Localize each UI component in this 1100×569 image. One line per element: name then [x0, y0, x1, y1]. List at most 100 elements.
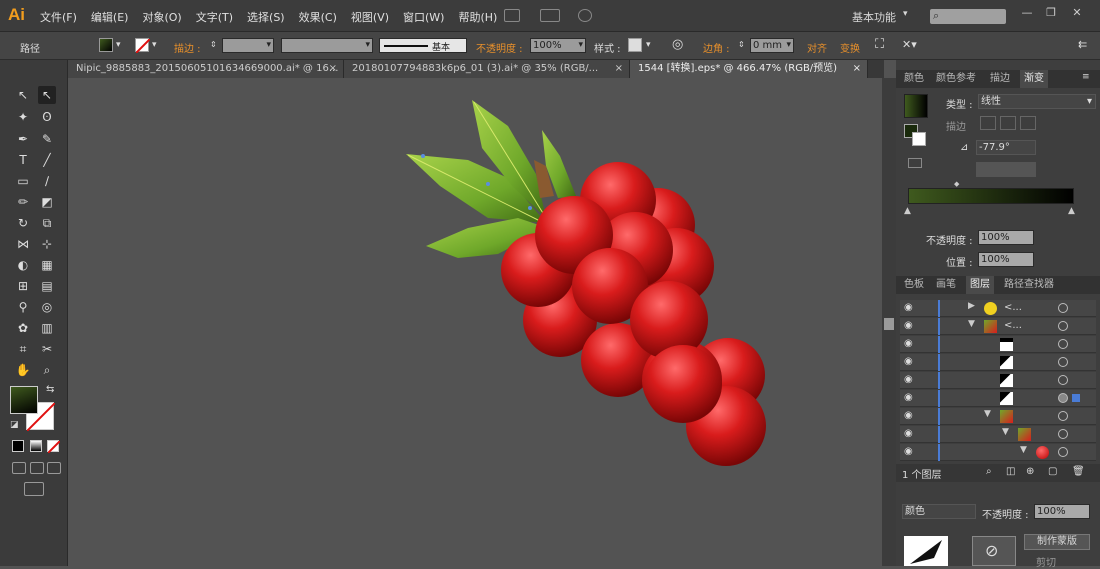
transform-link[interactable]: 变换	[840, 40, 860, 55]
target-circle-icon[interactable]	[1058, 447, 1068, 457]
stroke-mini-swatch[interactable]	[912, 132, 926, 146]
gradient-angle-field[interactable]: -77.9°	[976, 140, 1036, 155]
corner-radius-field[interactable]: 0 mm	[750, 38, 794, 53]
chevron-down-icon[interactable]: ▾	[646, 40, 651, 50]
sync-icon[interactable]	[578, 9, 592, 22]
stroke-gradient-along-icon[interactable]	[1000, 116, 1016, 130]
variable-width-profile[interactable]	[281, 38, 373, 53]
none-mode-button[interactable]	[47, 440, 61, 454]
menu-object[interactable]: 对象(O)	[142, 9, 181, 25]
mesh-tool-icon[interactable]: ⊞	[14, 277, 32, 295]
aspect-ratio-field[interactable]	[976, 162, 1036, 177]
curvature-tool-icon[interactable]: ✎	[38, 130, 56, 148]
corner-label[interactable]: 边角 :	[703, 40, 730, 55]
stop-opacity-field[interactable]: 100%	[978, 230, 1034, 245]
visibility-eye-icon[interactable]: ◉	[904, 356, 913, 367]
isolate-icon[interactable]: ⛶	[875, 37, 884, 52]
menu-select[interactable]: 选择(S)	[247, 9, 285, 25]
align-link[interactable]: 对齐	[807, 40, 827, 55]
stroke-swatch[interactable]	[135, 38, 151, 54]
visibility-eye-icon[interactable]: ◉	[904, 338, 913, 349]
tab-swatches[interactable]: 色板	[900, 276, 928, 294]
canvas-vertical-scrollbar[interactable]	[882, 78, 896, 566]
close-icon[interactable]: ×	[853, 60, 861, 77]
rectangle-tool-icon[interactable]: ▭	[14, 172, 32, 190]
gradient-slider[interactable]	[908, 188, 1074, 204]
doc-tab-1[interactable]: Nipic_9885883_20150605101634669000.ai* @…	[68, 60, 344, 78]
chevron-right-icon[interactable]: ▶	[968, 301, 975, 311]
selected-art-indicator[interactable]	[1072, 394, 1080, 402]
target-circle-icon[interactable]	[1058, 429, 1068, 439]
default-colors-icon[interactable]: ◪	[10, 420, 19, 430]
trash-icon[interactable]: 🗑	[1072, 466, 1085, 477]
clip-checkbox-label[interactable]: 剪切	[1036, 554, 1056, 569]
minimize-button[interactable]: —	[1018, 6, 1036, 20]
target-circle-icon[interactable]	[1058, 321, 1068, 331]
fill-color-box[interactable]	[10, 386, 38, 414]
color-mode-button[interactable]	[12, 440, 24, 452]
free-transform-tool-icon[interactable]: ⊹	[38, 235, 56, 253]
pen-tool-icon[interactable]: ✒	[14, 130, 32, 148]
make-mask-button[interactable]: 制作蒙版	[1024, 534, 1090, 550]
target-circle-icon[interactable]	[1058, 411, 1068, 421]
gradient-mode-button[interactable]	[30, 440, 42, 452]
gradient-stop-start[interactable]: ▲	[904, 206, 911, 216]
eyedropper-tool-icon[interactable]: ⚲	[14, 298, 32, 316]
locate-object-icon[interactable]: ⌕	[986, 466, 992, 477]
transparency-opacity-field[interactable]: 100%	[1034, 504, 1090, 519]
magic-wand-tool-icon[interactable]: ✦	[14, 108, 32, 126]
menu-window[interactable]: 窗口(W)	[403, 9, 444, 25]
stroke-stepper-icon[interactable]: ⇕	[210, 40, 217, 49]
artboard-canvas[interactable]	[68, 78, 882, 566]
target-circle-icon[interactable]	[1058, 303, 1068, 313]
scroll-thumb[interactable]	[884, 318, 894, 330]
layer-row[interactable]: ◉	[900, 390, 1096, 407]
eraser-tool-icon[interactable]: ◩	[38, 193, 56, 211]
tab-brushes[interactable]: 画笔	[932, 276, 960, 294]
slice-tool-icon[interactable]: ✂	[38, 340, 56, 358]
screen-mode-icon[interactable]	[24, 482, 44, 496]
blend-mode-dropdown[interactable]: 颜色	[902, 504, 976, 519]
perspective-grid-tool-icon[interactable]: ▦	[38, 256, 56, 274]
stroke-gradient-within-icon[interactable]	[980, 116, 996, 130]
menu-effect[interactable]: 效果(C)	[299, 9, 337, 25]
help-search-input[interactable]: ⌕	[930, 9, 1006, 24]
menu-file[interactable]: 文件(F)	[40, 9, 77, 25]
tab-layers[interactable]: 图层	[966, 276, 994, 294]
grape-illustration[interactable]	[68, 78, 882, 566]
artboard-tool-icon[interactable]: ⌗	[14, 340, 32, 358]
layer-row[interactable]: ◉	[900, 354, 1096, 371]
column-graph-tool-icon[interactable]: ▥	[38, 319, 56, 337]
close-button[interactable]: ✕	[1068, 6, 1086, 20]
visibility-eye-icon[interactable]: ◉	[904, 320, 913, 331]
chevron-down-icon[interactable]: ▼	[1020, 445, 1027, 455]
opacity-field[interactable]: 100%	[530, 38, 586, 53]
target-circle-icon[interactable]	[1058, 357, 1068, 367]
menu-type[interactable]: 文字(T)	[196, 9, 233, 25]
layer-row[interactable]: ◉ ▼	[900, 408, 1096, 425]
close-icon[interactable]: ×	[329, 60, 337, 77]
type-tool-icon[interactable]: T	[14, 151, 32, 169]
line-tool-icon[interactable]: ╱	[38, 151, 56, 169]
graphic-style-swatch[interactable]	[628, 38, 642, 52]
layer-row[interactable]: ◉	[900, 336, 1096, 353]
selection-tool-icon[interactable]: ↖	[14, 86, 32, 104]
visibility-eye-icon[interactable]: ◉	[904, 392, 913, 403]
new-layer-icon[interactable]: ▢	[1048, 466, 1057, 477]
scale-tool-icon[interactable]: ⧉	[38, 214, 56, 232]
pencil-tool-icon[interactable]: ✏	[14, 193, 32, 211]
visibility-eye-icon[interactable]: ◉	[904, 302, 913, 313]
bridge-icon[interactable]	[504, 9, 520, 22]
stop-position-field[interactable]: 100%	[978, 252, 1034, 267]
gradient-stop-end[interactable]: ▲	[1068, 206, 1075, 216]
opacity-label[interactable]: 不透明度 :	[476, 40, 523, 55]
paintbrush-tool-icon[interactable]: ∕	[38, 172, 56, 190]
gradient-midpoint[interactable]: ◆	[954, 180, 959, 188]
target-circle-icon[interactable]	[1058, 375, 1068, 385]
menu-edit[interactable]: 编辑(E)	[91, 9, 129, 25]
arrange-icon[interactable]: ✕▾	[902, 38, 917, 51]
visibility-eye-icon[interactable]: ◉	[904, 428, 913, 439]
draw-normal-icon[interactable]	[12, 462, 26, 474]
layer-row[interactable]: ◉	[900, 372, 1096, 389]
layer-row[interactable]: ◉ ▼ <...	[900, 318, 1096, 335]
